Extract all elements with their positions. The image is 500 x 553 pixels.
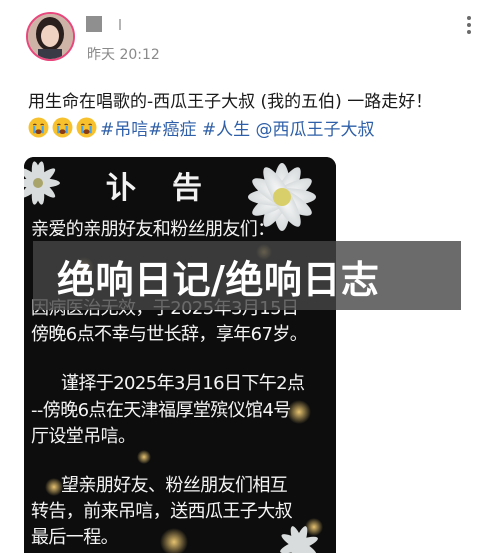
obituary-line: 谨择于2025年3月16日下午2点 bbox=[61, 373, 305, 394]
more-options-icon[interactable] bbox=[461, 13, 477, 37]
obituary-line: --傍晚6点在天津福厚堂殡仪馆4号 bbox=[31, 400, 291, 421]
author-name-redaction bbox=[86, 16, 102, 32]
post-tags-row: #吊唁#癌症 #人生 @西瓜王子大叔 bbox=[28, 115, 375, 140]
watermark-banner: 绝响日记/绝响日志 bbox=[33, 241, 461, 310]
author-name[interactable] bbox=[86, 16, 124, 32]
post-tags-links[interactable]: #吊唁#癌症 #人生 @西瓜王子大叔 bbox=[100, 115, 375, 140]
post-timestamp: 昨天 20:12 bbox=[87, 47, 160, 63]
obituary-line: 厅设堂吊唁。 bbox=[31, 426, 136, 447]
crying-face-icon bbox=[28, 117, 49, 137]
obituary-image[interactable]: 讣告 亲爱的亲朋好友和粉丝朋友们： 因病医治无效，于2025年3月15日 傍晚6… bbox=[24, 157, 336, 553]
obituary-line: 傍晚6点不幸与世长辞，享年67岁。 bbox=[31, 324, 308, 345]
obituary-line: 最后一程。 bbox=[31, 527, 119, 548]
avatar[interactable] bbox=[26, 12, 75, 61]
author-name-mark bbox=[119, 19, 121, 30]
watermark-banner-text: 绝响日记/绝响日志 bbox=[57, 258, 380, 302]
obituary-line: 亲爱的亲朋好友和粉丝朋友们： bbox=[31, 219, 275, 240]
crying-face-icon bbox=[76, 117, 97, 137]
obituary-line: 转告，前来吊唁，送西瓜王子大叔 bbox=[31, 501, 293, 522]
obituary-title: 讣告 bbox=[106, 171, 238, 206]
post-body-text: 用生命在唱歌的-西瓜王子大叔 (我的五伯) 一路走好！ bbox=[28, 92, 433, 112]
crying-face-icon bbox=[52, 117, 73, 137]
obituary-line: 望亲朋好友、粉丝朋友们相互 bbox=[61, 475, 288, 496]
